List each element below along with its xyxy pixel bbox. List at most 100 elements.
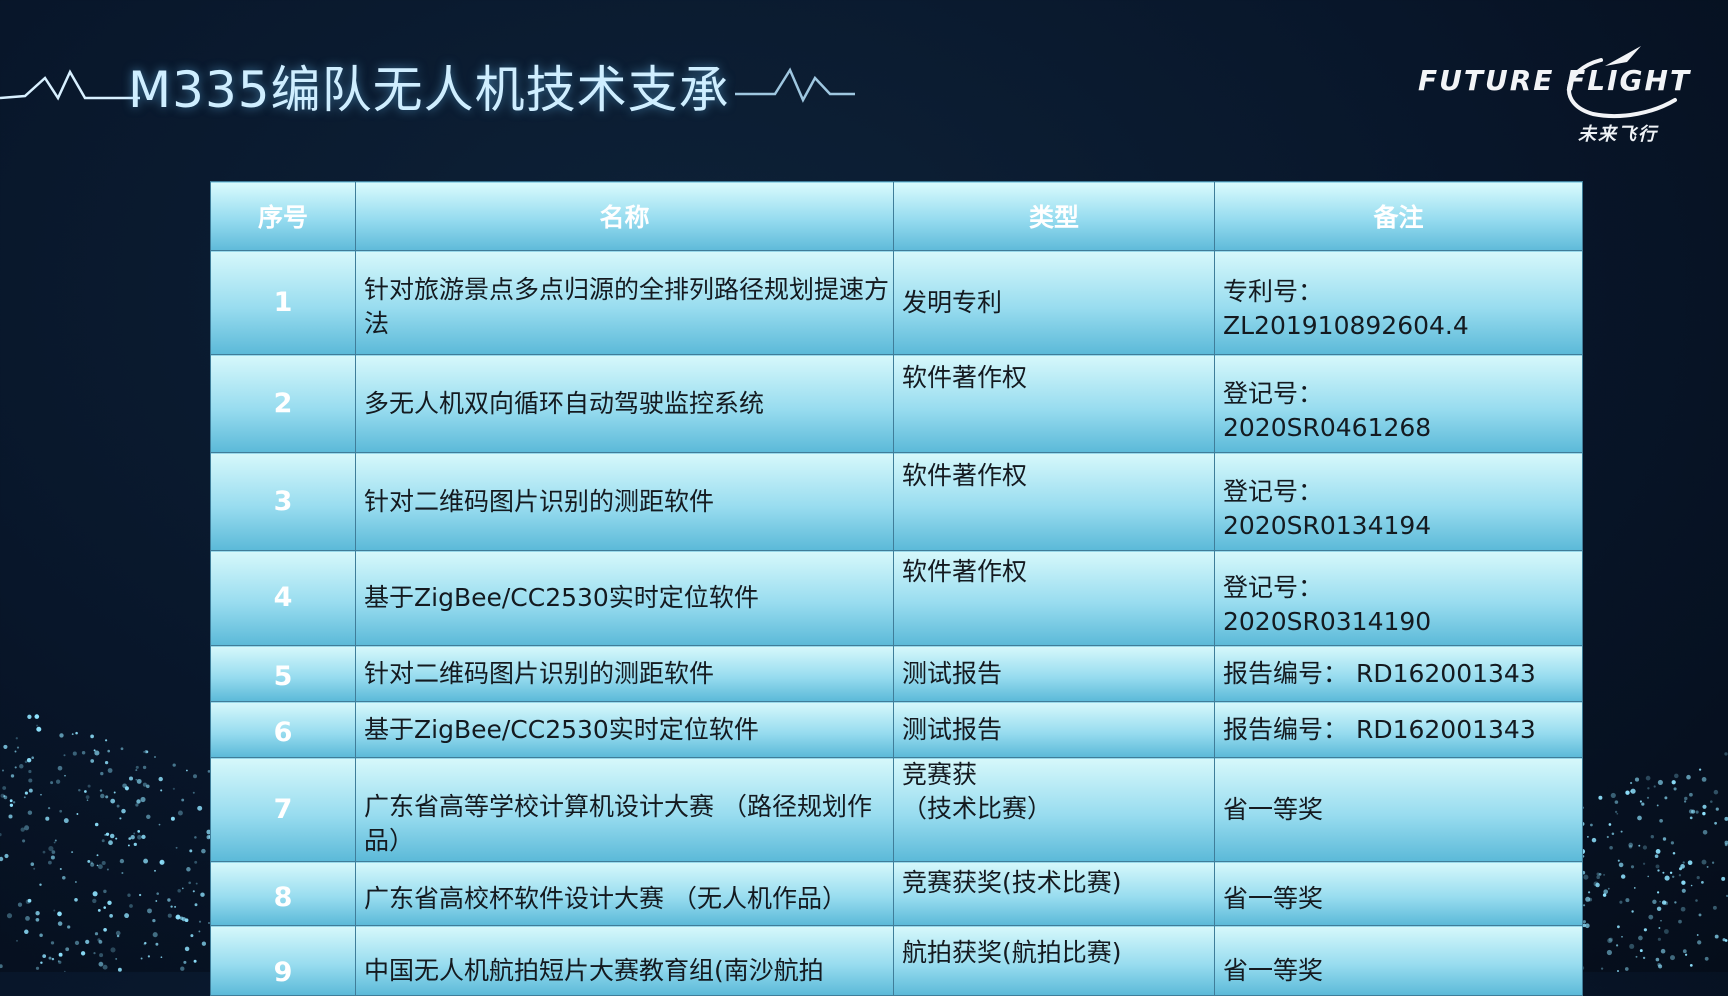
particle-dot bbox=[1630, 865, 1635, 869]
table-row: 9 中国无人机航拍短片大赛教育组(南沙航拍 航拍获奖(航拍比赛) 省一等奖 bbox=[210, 925, 1583, 996]
row-name: 基于ZigBee/CC2530实时定位软件 bbox=[355, 550, 894, 646]
row-index: 2 bbox=[210, 354, 356, 453]
particle-dot bbox=[53, 841, 56, 844]
particle-dot bbox=[6, 913, 13, 919]
particle-dot bbox=[99, 789, 103, 792]
particle-dot bbox=[1638, 935, 1643, 941]
table-row: 7 广东省高等学校计算机设计大赛 （路径规划作品） 竞赛获 （技术比赛） 省一等… bbox=[210, 757, 1583, 862]
particle-dot bbox=[90, 734, 94, 739]
particle-dot bbox=[1660, 919, 1662, 922]
particle-dot bbox=[146, 814, 151, 820]
particle-dot bbox=[1614, 810, 1618, 814]
particle-dot bbox=[63, 754, 66, 757]
particle-dot bbox=[1647, 875, 1650, 878]
particle-dot bbox=[193, 774, 197, 779]
particle-dot bbox=[124, 786, 129, 791]
particle-dot bbox=[1690, 884, 1693, 887]
particle-dot bbox=[90, 861, 93, 864]
particle-dot bbox=[1662, 871, 1665, 874]
particle-dot bbox=[1645, 775, 1651, 781]
particle-dot bbox=[1603, 873, 1606, 876]
particle-dot bbox=[57, 765, 63, 771]
particle-dot bbox=[1713, 789, 1719, 795]
particle-dot bbox=[78, 789, 81, 792]
particle-dot bbox=[1653, 785, 1656, 788]
particle-dot bbox=[50, 781, 54, 785]
particle-dot bbox=[192, 791, 195, 794]
particle-dot bbox=[119, 858, 125, 864]
logo-subtitle: 未来飞行 bbox=[1578, 124, 1658, 145]
particle-dot bbox=[1657, 937, 1661, 941]
particle-dot bbox=[129, 904, 133, 908]
particle-dot bbox=[1609, 846, 1613, 850]
particle-dot bbox=[100, 771, 104, 776]
particle-dot bbox=[1701, 777, 1707, 782]
row-index: 3 bbox=[210, 452, 356, 551]
particle-dot bbox=[143, 751, 145, 753]
table-row: 3 针对二维码图片识别的测距软件 软件著作权 登记号： 2020SR013419… bbox=[210, 452, 1583, 551]
particle-dot bbox=[59, 733, 64, 738]
particle-dot bbox=[1583, 874, 1589, 880]
particle-dot bbox=[1722, 938, 1726, 942]
particle-dot bbox=[1682, 861, 1685, 864]
particle-dot bbox=[1721, 876, 1726, 881]
particle-dot bbox=[175, 846, 178, 849]
particle-dot bbox=[170, 816, 175, 821]
particle-dot bbox=[1615, 944, 1619, 947]
row-note: 省一等奖 bbox=[1214, 861, 1583, 926]
particle-dot bbox=[1657, 779, 1663, 785]
particle-dot bbox=[121, 808, 126, 814]
particle-dot bbox=[1664, 929, 1669, 934]
particle-dot bbox=[96, 864, 99, 867]
particle-dot bbox=[160, 956, 163, 959]
particle-dot bbox=[84, 790, 87, 793]
particle-dot bbox=[1608, 937, 1613, 942]
particle-dot bbox=[116, 934, 120, 938]
particle-dot bbox=[1686, 774, 1691, 780]
particle-dot bbox=[1714, 821, 1717, 825]
table-header-row: 序号 名称 类型 备注 bbox=[210, 181, 1583, 251]
particle-dot bbox=[108, 840, 113, 846]
particle-dot bbox=[135, 765, 139, 769]
particle-dot bbox=[1617, 925, 1620, 929]
particle-dot bbox=[1629, 943, 1635, 949]
particle-dot bbox=[1659, 818, 1663, 823]
particle-dot bbox=[28, 769, 32, 774]
particle-dot bbox=[186, 867, 191, 872]
particle-dot bbox=[1610, 792, 1616, 798]
row-type: 软件著作权 bbox=[893, 452, 1215, 551]
particle-dot bbox=[200, 892, 205, 897]
particle-dot bbox=[104, 834, 107, 836]
particle-dot bbox=[1681, 880, 1686, 885]
particle-dot bbox=[75, 731, 78, 735]
row-note: 登记号： 2020SR0314190 bbox=[1214, 550, 1583, 646]
row-name: 中国无人机航拍短片大赛教育组(南沙航拍 bbox=[355, 925, 894, 996]
particle-wave-right-decoration bbox=[1575, 752, 1728, 972]
particle-dot bbox=[1656, 891, 1660, 894]
particle-dot bbox=[15, 737, 18, 740]
particle-dot bbox=[1670, 955, 1675, 961]
particle-dot bbox=[99, 953, 104, 958]
particle-dot bbox=[1702, 811, 1706, 816]
particle-dot bbox=[1639, 949, 1643, 953]
particle-dot bbox=[1684, 953, 1688, 956]
particle-dot bbox=[50, 855, 55, 860]
particle-dot bbox=[92, 891, 98, 897]
particle-dot bbox=[58, 952, 63, 957]
future-flight-logo: FUTURE FLIGHT 未来飞行 bbox=[1418, 42, 1694, 152]
particle-dot bbox=[48, 860, 52, 865]
particle-dot bbox=[1664, 796, 1668, 800]
particle-dot bbox=[1647, 787, 1650, 790]
row-name: 针对二维码图片识别的测距软件 bbox=[355, 645, 894, 702]
particle-dot bbox=[86, 799, 89, 801]
particle-dot bbox=[31, 756, 34, 759]
row-note: 省一等奖 bbox=[1214, 757, 1583, 862]
particle-dot bbox=[1654, 854, 1659, 858]
particle-dot bbox=[64, 774, 66, 777]
particle-dot bbox=[1643, 928, 1647, 932]
particle-dot bbox=[1631, 910, 1634, 913]
row-index: 4 bbox=[210, 550, 356, 646]
particle-dot bbox=[183, 960, 187, 964]
particle-dot bbox=[1664, 875, 1670, 881]
particle-dot bbox=[17, 902, 23, 907]
